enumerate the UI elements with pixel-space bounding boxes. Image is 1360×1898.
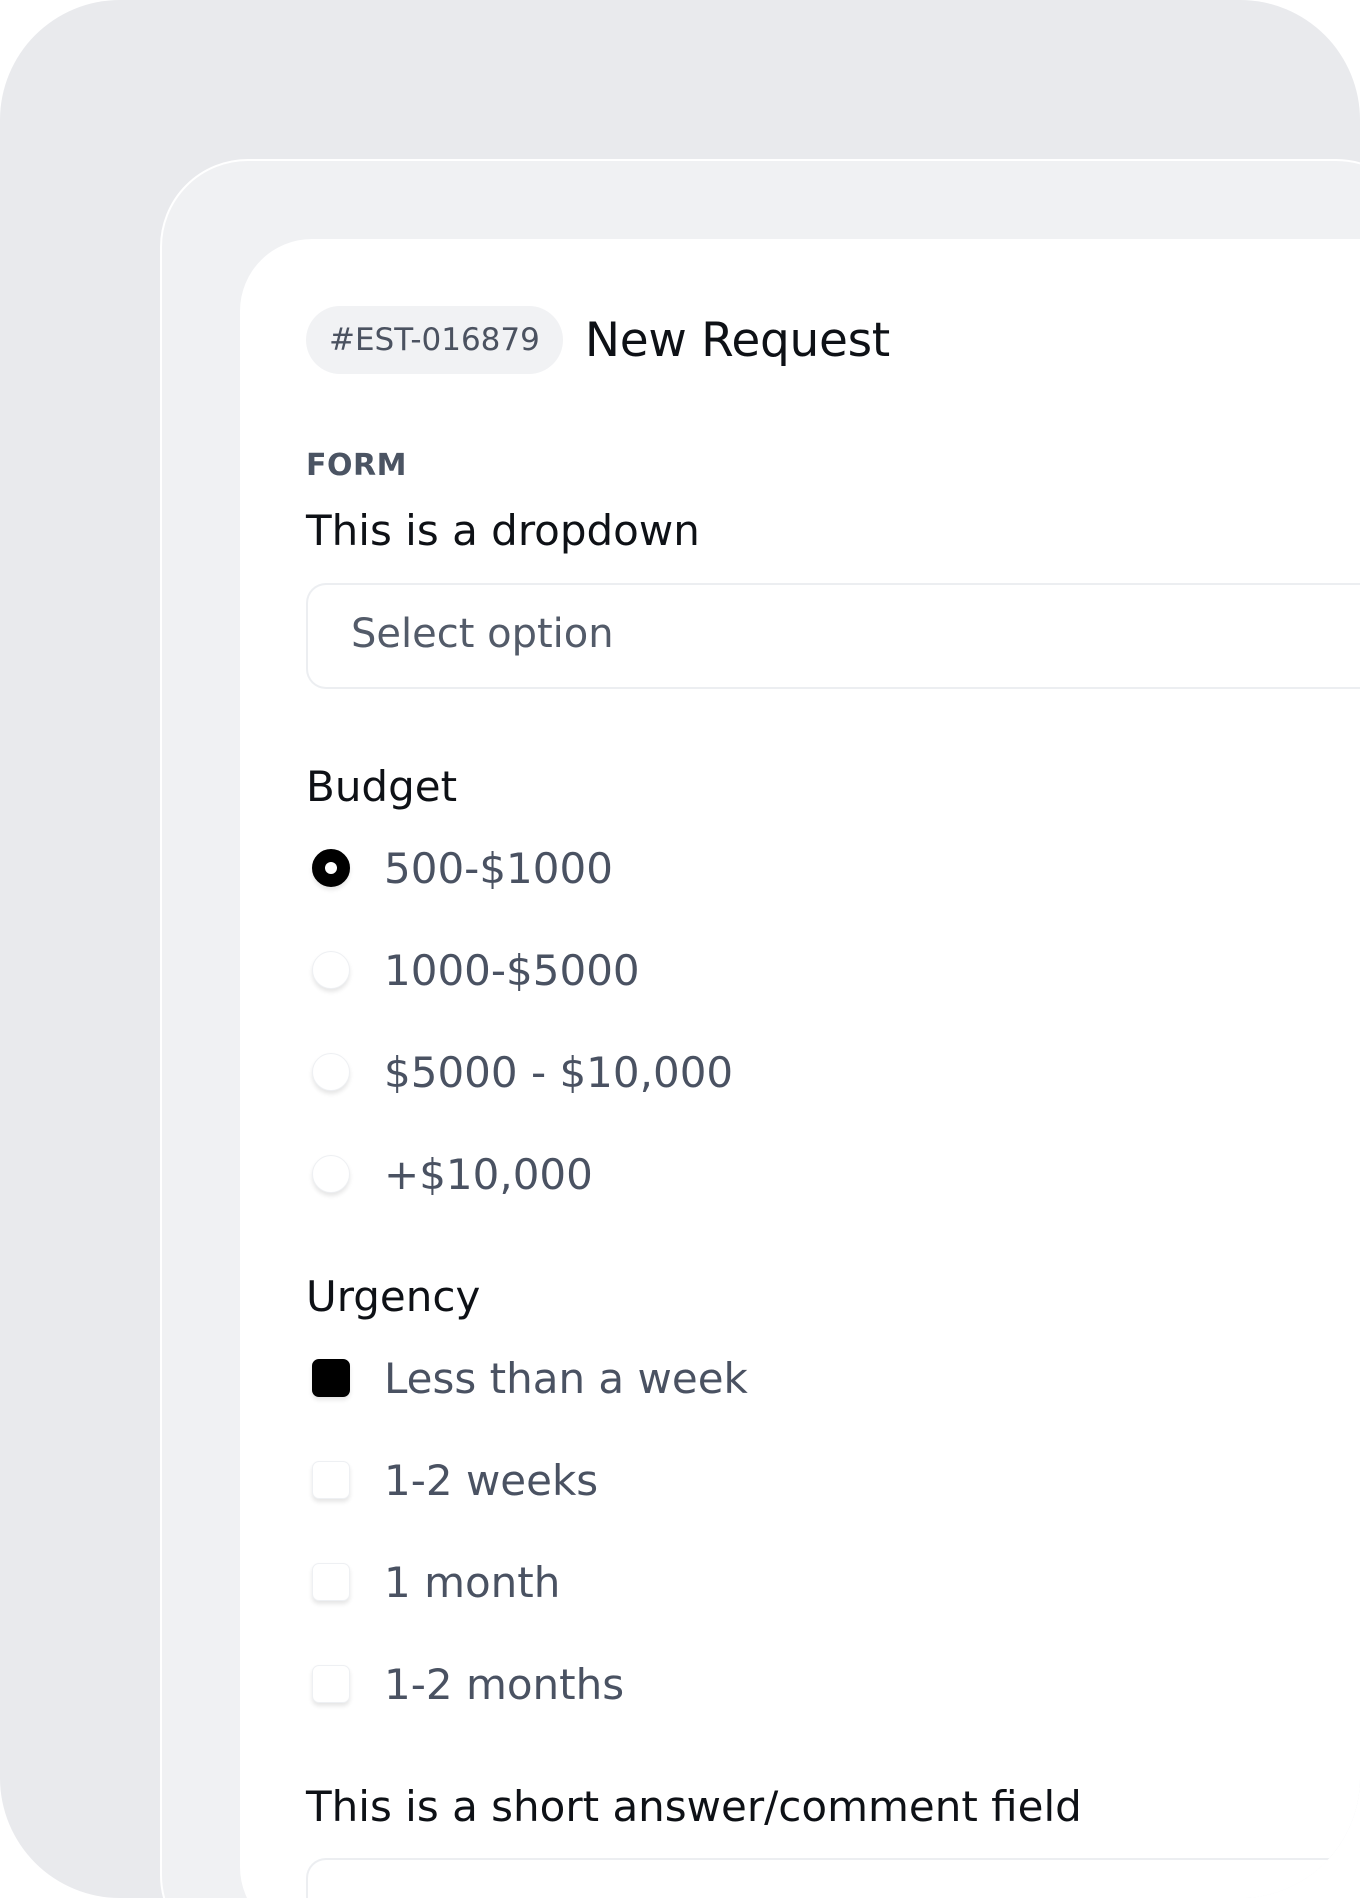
app-background: #EST-016879 New Request FORM This is a d… — [0, 0, 1360, 1898]
radio-button[interactable] — [312, 1053, 350, 1091]
budget-label: Budget — [306, 762, 458, 811]
ticket-id-badge: #EST-016879 — [306, 306, 563, 374]
urgency-option-label: 1-2 weeks — [384, 1455, 599, 1505]
form-section-label: FORM — [306, 448, 407, 483]
radio-button[interactable] — [312, 1155, 350, 1193]
budget-option-500-1000[interactable]: 500-$1000 — [312, 838, 613, 898]
radio-button-selected[interactable] — [312, 849, 350, 887]
comment-field-label: This is a short answer/comment field — [306, 1782, 1082, 1831]
comment-input[interactable] — [306, 1858, 1360, 1898]
dropdown-placeholder: Select option — [351, 611, 614, 657]
page-title: New Request — [584, 312, 890, 368]
urgency-option-label: Less than a week — [384, 1353, 748, 1403]
budget-option-label: $5000 - $10,000 — [384, 1047, 734, 1097]
checkbox-checked[interactable] — [312, 1359, 350, 1397]
budget-option-label: +$10,000 — [384, 1149, 593, 1199]
budget-option-10000-plus[interactable]: +$10,000 — [312, 1144, 593, 1204]
checkbox[interactable] — [312, 1665, 350, 1703]
checkbox[interactable] — [312, 1563, 350, 1601]
urgency-option-label: 1-2 months — [384, 1659, 625, 1709]
request-header: #EST-016879 New Request — [306, 306, 890, 374]
urgency-option-1-2-weeks[interactable]: 1-2 weeks — [312, 1450, 598, 1510]
urgency-option-1-month[interactable]: 1 month — [312, 1552, 560, 1612]
radio-button[interactable] — [312, 951, 350, 989]
checkbox[interactable] — [312, 1461, 350, 1499]
urgency-label: Urgency — [306, 1272, 481, 1321]
urgency-option-1-2-months[interactable]: 1-2 months — [312, 1654, 624, 1714]
budget-option-5000-10000[interactable]: $5000 - $10,000 — [312, 1042, 733, 1102]
dropdown-label: This is a dropdown — [306, 506, 700, 555]
urgency-option-less-than-week[interactable]: Less than a week — [312, 1348, 748, 1408]
option-dropdown[interactable]: Select option — [306, 583, 1360, 689]
budget-option-1000-5000[interactable]: 1000-$5000 — [312, 940, 640, 1000]
budget-option-label: 500-$1000 — [384, 843, 613, 893]
urgency-option-label: 1 month — [384, 1557, 561, 1607]
budget-option-label: 1000-$5000 — [384, 945, 640, 995]
